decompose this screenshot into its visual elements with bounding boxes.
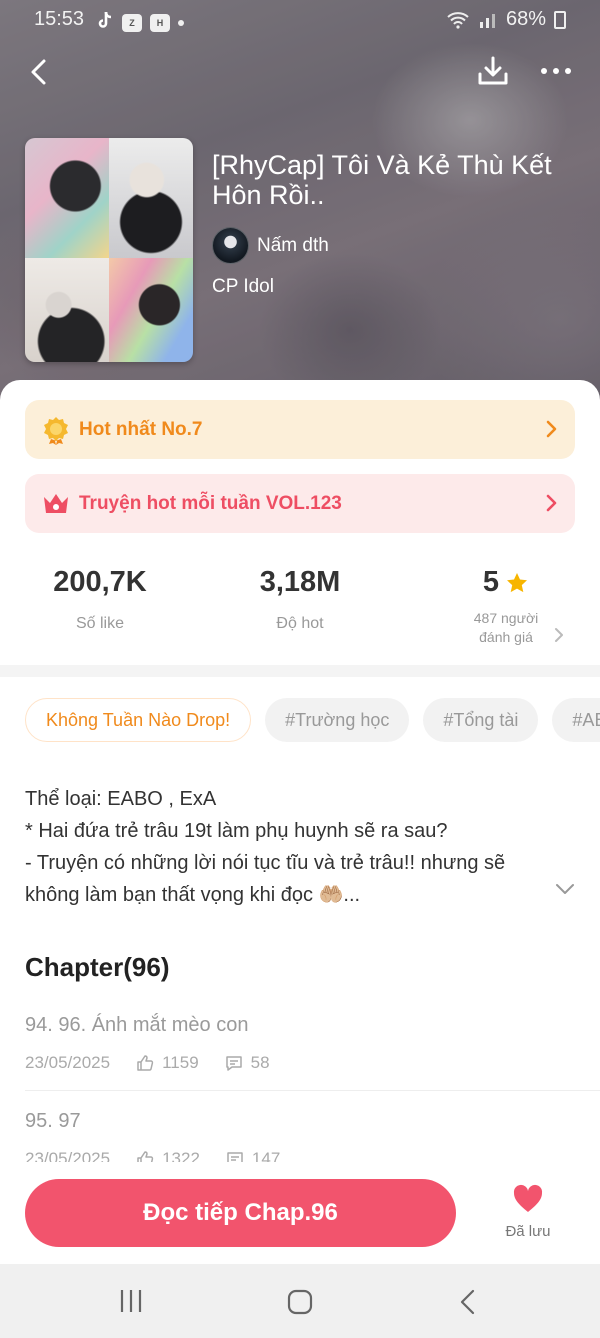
comment-icon bbox=[225, 1056, 242, 1071]
banner-label: Truyện hot mỗi tuần VOL.123 bbox=[79, 492, 342, 514]
saved-toggle[interactable]: Đã lưu bbox=[498, 1184, 558, 1240]
tag-chip[interactable]: #Trường học bbox=[265, 698, 410, 742]
chapter-comments: 58 bbox=[250, 1053, 270, 1072]
continue-reading-button[interactable]: Đọc tiếp Chap.96 bbox=[25, 1179, 456, 1247]
wifi-icon bbox=[447, 11, 469, 29]
chevron-right-icon[interactable] bbox=[553, 626, 565, 644]
tag-chip[interactable]: #Tổng tài bbox=[423, 698, 539, 742]
home-button[interactable] bbox=[286, 1288, 314, 1321]
status-bar: 15:53 Z H 68% bbox=[0, 0, 600, 38]
chapter-item[interactable]: 95. 97 23/05/2025 1322 147 bbox=[25, 1110, 575, 1169]
battery-icon bbox=[554, 10, 566, 29]
recent-apps-button[interactable] bbox=[118, 1288, 144, 1319]
likes-count: 200,7K bbox=[53, 566, 147, 598]
medal-icon bbox=[44, 416, 68, 445]
chevron-left-icon bbox=[31, 59, 46, 85]
cover-panel bbox=[109, 138, 193, 258]
author-name: Nấm dth bbox=[257, 234, 329, 256]
recent-apps-icon bbox=[120, 1290, 142, 1312]
more-dots-icon bbox=[541, 68, 571, 74]
h-app-icon: H bbox=[150, 14, 170, 32]
zalo-icon: Z bbox=[122, 14, 142, 32]
bottom-action-bar: Đọc tiếp Chap.96 Đã lưu bbox=[0, 1162, 600, 1264]
list-divider bbox=[25, 1090, 600, 1091]
stat-likes: 200,7K Số like bbox=[20, 566, 180, 633]
rating-value-row: 5 bbox=[426, 566, 586, 599]
book-cover[interactable] bbox=[25, 138, 193, 362]
battery-percent: 68% bbox=[505, 8, 546, 30]
back-button[interactable] bbox=[24, 56, 56, 88]
chapter-meta: 23/05/2025 1159 58 bbox=[25, 1053, 575, 1073]
book-title: [RhyCap] Tôi Và Kẻ Thù Kết Hôn Rồi.. bbox=[212, 150, 552, 210]
chapter-item[interactable]: 94. 96. Ánh mắt mèo con 23/05/2025 1159 … bbox=[25, 1014, 575, 1073]
hot-label: Độ hot bbox=[276, 615, 324, 632]
book-category: CP Idol bbox=[212, 276, 274, 297]
star-icon bbox=[507, 572, 528, 592]
tag-chip[interactable]: #ABO bbox=[552, 698, 600, 742]
download-icon bbox=[478, 56, 508, 85]
expand-chevron-icon[interactable] bbox=[555, 882, 575, 896]
cover-panel bbox=[25, 138, 109, 258]
back-arrow-icon bbox=[460, 1289, 475, 1315]
ranking-banner-weekly[interactable]: Truyện hot mỗi tuần VOL.123 bbox=[25, 474, 575, 533]
tag-chip[interactable]: Không Tuần Nào Drop! bbox=[25, 698, 252, 742]
thumbs-up-icon bbox=[137, 1055, 154, 1071]
chevron-right-icon bbox=[546, 420, 557, 438]
crown-icon bbox=[44, 493, 68, 513]
tiktok-icon bbox=[96, 10, 114, 36]
cover-panel bbox=[109, 258, 193, 362]
chapter-title: 95. 97 bbox=[25, 1110, 81, 1132]
likes-label: Số like bbox=[75, 615, 125, 632]
more-options-button[interactable] bbox=[538, 62, 574, 80]
hot-count: 3,18M bbox=[259, 566, 341, 598]
chapter-heading: Chapter(96) bbox=[25, 952, 170, 982]
section-divider bbox=[0, 665, 600, 677]
system-back-button[interactable] bbox=[456, 1288, 480, 1321]
book-description: Thể loại: EABO , ExA * Hai đứa trẻ trâu … bbox=[25, 788, 506, 906]
system-navigation-bar bbox=[0, 1264, 600, 1338]
stat-hot: 3,18M Độ hot bbox=[220, 566, 380, 633]
notification-dot-icon bbox=[178, 20, 184, 26]
notification-icons: Z H bbox=[96, 10, 184, 36]
tag-list: Không Tuần Nào Drop! #Trường học #Tổng t… bbox=[25, 698, 600, 742]
rating-value: 5 bbox=[482, 566, 500, 598]
status-right: 68% bbox=[446, 8, 566, 31]
chevron-right-icon bbox=[546, 494, 557, 512]
author-avatar bbox=[212, 227, 249, 264]
cover-panel bbox=[25, 258, 109, 362]
signal-icon bbox=[479, 13, 495, 28]
author-link[interactable]: Nấm dth bbox=[212, 227, 329, 264]
ranking-banner-hot[interactable]: Hot nhất No.7 bbox=[25, 400, 575, 459]
status-time: 15:53 bbox=[34, 8, 85, 30]
heart-icon bbox=[513, 1184, 543, 1212]
home-icon bbox=[287, 1289, 313, 1315]
chapter-likes: 1159 bbox=[162, 1053, 199, 1072]
banner-label: Hot nhất No.7 bbox=[79, 418, 203, 440]
download-button[interactable] bbox=[476, 54, 510, 88]
saved-label: Đã lưu bbox=[505, 1223, 551, 1240]
stats-row: 200,7K Số like 3,18M Độ hot 5 487 người … bbox=[0, 566, 600, 656]
chapter-title: 94. 96. Ánh mắt mèo con bbox=[25, 1014, 249, 1036]
chapter-date: 23/05/2025 bbox=[25, 1053, 111, 1072]
